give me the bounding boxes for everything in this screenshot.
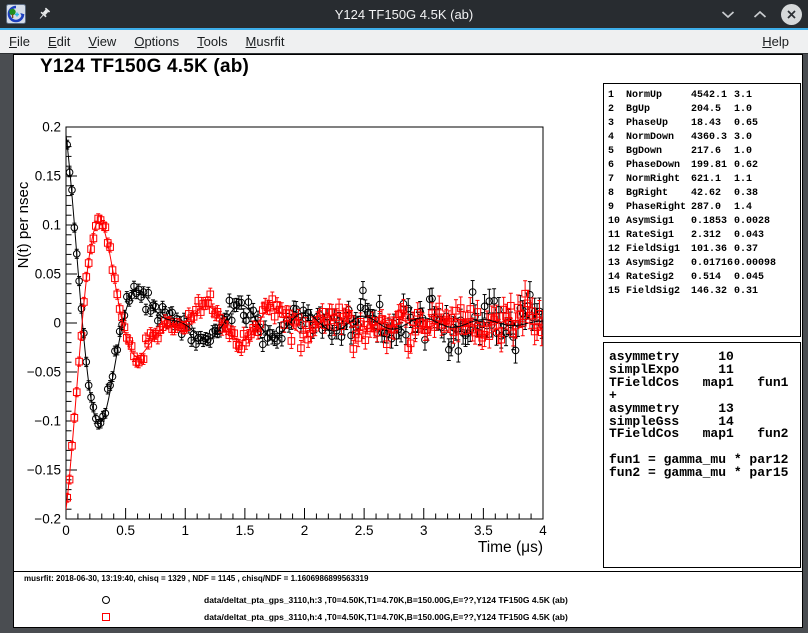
open-circle-icon <box>102 596 110 604</box>
close-button[interactable] <box>781 4 802 25</box>
x-tick-label: 2 <box>301 523 309 538</box>
param-row: 4NormDown4360.33.0 <box>608 131 800 145</box>
param-row: 15FieldSig2146.320.31 <box>608 285 800 299</box>
x-tick-label: 0.5 <box>116 523 135 538</box>
y-tick-label: 0.2 <box>42 120 61 135</box>
series-1-fit-line <box>66 135 543 424</box>
param-row: 7NormRight621.11.1 <box>608 173 800 187</box>
menu-item-tools[interactable]: Tools <box>188 32 236 51</box>
menu-item-options[interactable]: Options <box>125 32 188 51</box>
param-row: 13AsymSig20.017160.00098 <box>608 257 800 271</box>
statusbar-divider <box>14 571 802 572</box>
x-tick-label: 3.5 <box>474 523 493 538</box>
param-row: 10AsymSig10.18530.0028 <box>608 215 800 229</box>
x-axis-title: Time (μs) <box>478 539 543 556</box>
menu-item-musrfit[interactable]: Musrfit <box>237 32 294 51</box>
series-1-points <box>64 140 545 429</box>
param-row: 12FieldSig1101.360.37 <box>608 243 800 257</box>
legend-item: data/deltat_pta_gps_3110,h:4 ,T0=4.50K,T… <box>14 609 802 626</box>
y-tick-label: −0.1 <box>34 414 61 429</box>
y-tick-label: −0.05 <box>27 365 61 380</box>
fit-status-line: musrfit: 2018-06-30, 13:19:40, chisq = 1… <box>24 573 368 585</box>
plot-title: Y124 TF150G 4.5K (ab) <box>40 56 249 78</box>
window-content: 0.20.150.10.050−0.05−0.1−0.15−0.200.511.… <box>0 54 808 633</box>
x-tick-label: 4 <box>539 523 547 538</box>
param-row: 5BgDown217.61.0 <box>608 145 800 159</box>
x-tick-label: 3 <box>420 523 428 538</box>
open-square-icon <box>102 613 110 621</box>
menu-item-view[interactable]: View <box>79 32 125 51</box>
y-tick-label: −0.15 <box>27 463 61 478</box>
param-row: 3PhaseUp18.430.65 <box>608 117 800 131</box>
theory-line: TFieldCos map1 fun1 <box>609 377 800 390</box>
param-row: 14RateSig20.5140.045 <box>608 271 800 285</box>
param-row: 9PhaseRight287.01.4 <box>608 201 800 215</box>
param-row: 8BgRight42.620.38 <box>608 187 800 201</box>
pin-icon[interactable] <box>36 6 52 22</box>
minimize-button[interactable] <box>717 3 739 25</box>
app-icon <box>6 4 26 24</box>
legend-label: data/deltat_pta_gps_3110,h:4 ,T0=4.50K,T… <box>204 612 568 622</box>
x-tick-label: 0 <box>62 523 70 538</box>
window-title: Y124 TF150G 4.5K (ab) <box>0 7 808 22</box>
param-row: 2BgUp204.51.0 <box>608 103 800 117</box>
series-2-points <box>64 214 545 502</box>
theory-line: TFieldCos map1 fun2 <box>609 428 800 441</box>
x-tick-label: 1 <box>181 523 189 538</box>
param-row: 11RateSig12.3120.043 <box>608 229 800 243</box>
y-axis-title: N(t) per nsec <box>15 181 32 268</box>
legend-label: data/deltat_pta_gps_3110,h:3 ,T0=4.50K,T… <box>204 595 568 605</box>
y-tick-label: −0.2 <box>34 512 61 527</box>
param-row: 6PhaseDown199.810.62 <box>608 159 800 173</box>
x-tick-label: 1.5 <box>235 523 254 538</box>
maximize-button[interactable] <box>749 3 771 25</box>
param-row: 1NormUp4542.13.1 <box>608 89 800 103</box>
x-tick-label: 2.5 <box>355 523 374 538</box>
menu-item-help[interactable]: Help <box>753 32 798 51</box>
application-window: Y124 TF150G 4.5K (ab) FileEditViewOption… <box>0 0 808 633</box>
menu-item-file[interactable]: File <box>0 32 39 51</box>
legend-item: data/deltat_pta_gps_3110,h:3 ,T0=4.50K,T… <box>14 592 802 609</box>
theory-line: fun2 = gamma_mu * par15 <box>609 467 800 480</box>
y-tick-label: 0 <box>53 316 61 331</box>
theory-box: asymmetry 10simplExpo 11TFieldCos map1 f… <box>603 342 801 568</box>
y-tick-label: 0.15 <box>35 169 61 184</box>
root-canvas[interactable]: 0.20.150.10.050−0.05−0.1−0.15−0.200.511.… <box>13 54 803 628</box>
y-tick-label: 0.05 <box>35 267 61 282</box>
menubar: FileEditViewOptionsToolsMusrfit Help <box>0 30 808 54</box>
menu-item-edit[interactable]: Edit <box>39 32 79 51</box>
y-tick-label: 0.1 <box>42 218 61 233</box>
titlebar[interactable]: Y124 TF150G 4.5K (ab) <box>0 0 808 28</box>
parameter-box: 1NormUp4542.13.12BgUp204.51.03PhaseUp18.… <box>603 83 801 337</box>
